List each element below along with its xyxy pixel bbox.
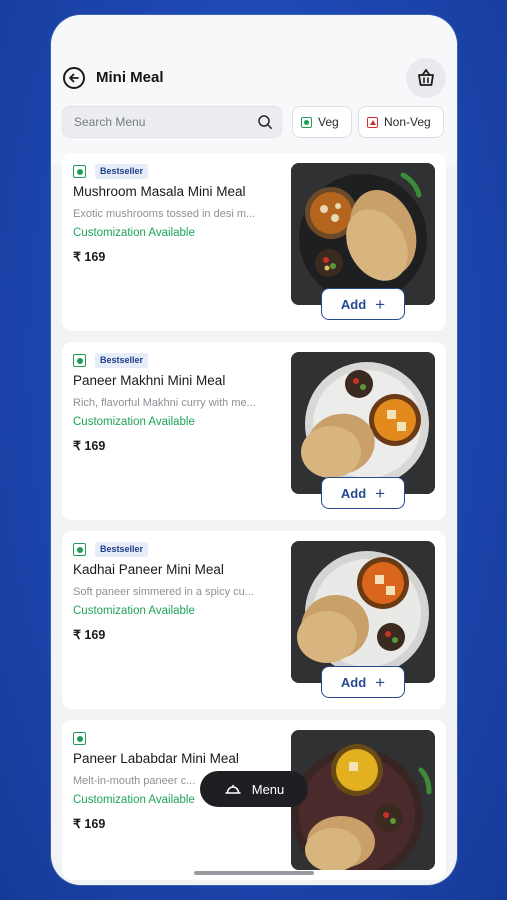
veg-icon bbox=[73, 165, 86, 178]
customization-label: Customization Available bbox=[73, 794, 195, 806]
menu-item-card[interactable]: Bestseller Kadhai Paneer Mini Meal Soft … bbox=[62, 531, 446, 709]
add-button[interactable]: Add + bbox=[321, 666, 405, 698]
cart-icon bbox=[418, 69, 434, 86]
item-image bbox=[291, 541, 435, 683]
bestseller-badge: Bestseller bbox=[95, 542, 149, 557]
search-icon bbox=[258, 115, 272, 129]
item-image bbox=[291, 352, 435, 494]
item-name: Mushroom Masala Mini Meal bbox=[73, 184, 246, 199]
back-button[interactable] bbox=[63, 67, 85, 89]
veg-icon bbox=[73, 732, 86, 745]
item-description: Exotic mushrooms tossed in desi m... bbox=[73, 208, 256, 220]
add-button[interactable]: Add + bbox=[321, 477, 405, 509]
item-name: Paneer Makhni Mini Meal bbox=[73, 373, 226, 388]
search-input[interactable]: Search Menu bbox=[62, 106, 282, 138]
menu-fab-button[interactable]: Menu bbox=[200, 771, 308, 807]
add-label: Add bbox=[340, 485, 367, 501]
veg-icon bbox=[301, 116, 312, 128]
bestseller-badge: Bestseller bbox=[95, 353, 149, 368]
veg-filter-label: Veg bbox=[318, 115, 339, 129]
non-veg-filter-label: Non-Veg bbox=[384, 115, 431, 129]
item-price: ₹ 169 bbox=[73, 250, 106, 264]
non-veg-filter-button[interactable]: Non-Veg bbox=[358, 106, 444, 138]
item-description: Rich, flavorful Makhni curry with me... bbox=[73, 397, 256, 409]
search-placeholder: Search Menu bbox=[74, 115, 146, 129]
phone-screen: Mini Meal Search Menu Veg Non-Veg Bestse… bbox=[51, 15, 457, 885]
veg-icon bbox=[73, 543, 86, 556]
cloche-icon bbox=[224, 784, 241, 794]
menu-item-card[interactable]: Bestseller Paneer Makhni Mini Meal Rich,… bbox=[62, 342, 446, 520]
plus-icon: + bbox=[375, 294, 386, 314]
item-name: Kadhai Paneer Mini Meal bbox=[73, 562, 224, 577]
item-image bbox=[291, 730, 435, 870]
menu-fab-label: Menu bbox=[251, 781, 285, 797]
item-name: Paneer Lababdar Mini Meal bbox=[73, 751, 239, 766]
top-bar: Mini Meal Search Menu Veg Non-Veg bbox=[51, 15, 457, 165]
menu-item-card[interactable]: Bestseller Mushroom Masala Mini Meal Exo… bbox=[62, 153, 446, 331]
customization-label: Customization Available bbox=[73, 227, 195, 239]
plus-icon: + bbox=[375, 672, 386, 692]
item-image bbox=[291, 163, 435, 305]
home-indicator[interactable] bbox=[194, 871, 314, 875]
customization-label: Customization Available bbox=[73, 605, 195, 617]
customization-label: Customization Available bbox=[73, 416, 195, 428]
item-price: ₹ 169 bbox=[73, 817, 106, 831]
item-description: Soft paneer simmered in a spicy cu... bbox=[73, 586, 254, 598]
item-price: ₹ 169 bbox=[73, 439, 106, 453]
non-veg-icon bbox=[367, 116, 378, 128]
add-label: Add bbox=[340, 296, 367, 312]
add-label: Add bbox=[340, 674, 367, 690]
item-price: ₹ 169 bbox=[73, 628, 106, 642]
plus-icon: + bbox=[375, 483, 386, 503]
page-title: Mini Meal bbox=[96, 69, 164, 86]
veg-icon bbox=[73, 354, 86, 367]
add-button[interactable]: Add + bbox=[321, 288, 405, 320]
cart-button[interactable] bbox=[406, 58, 446, 98]
back-arrow-icon bbox=[69, 73, 79, 83]
bestseller-badge: Bestseller bbox=[95, 164, 149, 179]
veg-filter-button[interactable]: Veg bbox=[292, 106, 352, 138]
